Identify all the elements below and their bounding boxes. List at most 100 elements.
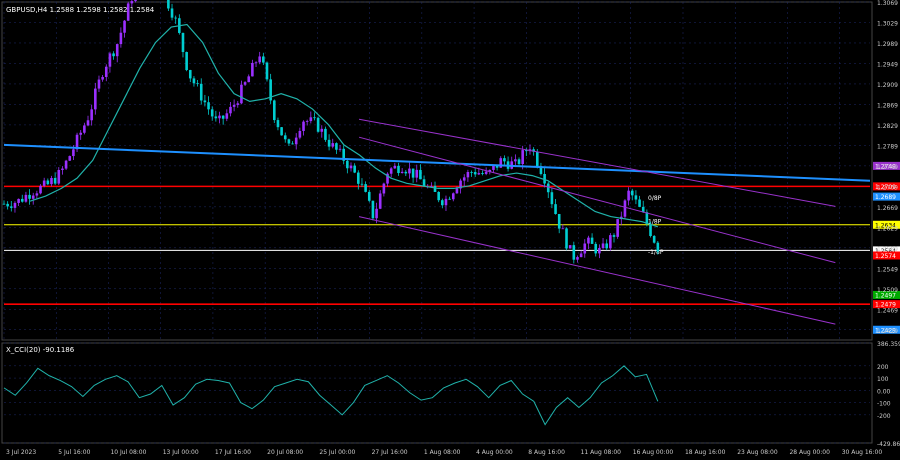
candle-body xyxy=(24,194,28,202)
cci-tick-label: 100 xyxy=(877,376,889,383)
candle-body xyxy=(42,180,46,186)
candle-body xyxy=(199,83,203,101)
price-tick-label: 1.2749 xyxy=(877,164,898,171)
time-tick-label: 1 Aug 08:00 xyxy=(424,449,461,456)
time-tick-label: 16 Aug 00:00 xyxy=(633,449,674,456)
time-tick-label: 5 Jul 16:00 xyxy=(58,449,90,456)
level-price-label: 1.2574 xyxy=(875,253,896,260)
candle-body xyxy=(243,82,247,85)
price-tick-label: 1.2789 xyxy=(877,143,898,150)
candle-body xyxy=(320,128,324,132)
indicator-info: X_CCI(20) -90.1186 xyxy=(6,346,75,354)
price-tick-label: 1.3069 xyxy=(877,0,898,7)
candle-body xyxy=(331,143,335,147)
candle-body xyxy=(630,190,634,196)
candle-body xyxy=(371,200,375,219)
candle-body xyxy=(130,1,134,4)
candle-body xyxy=(225,113,229,119)
candle-body xyxy=(546,183,550,193)
candle-body xyxy=(627,190,630,201)
time-tick-label: 17 Jul 16:00 xyxy=(215,449,251,456)
candle-body xyxy=(517,159,521,165)
candle-body xyxy=(367,191,371,201)
price-tick-label: 1.2709 xyxy=(877,184,898,191)
price-tick-label: 1.3029 xyxy=(877,20,898,27)
candle-body xyxy=(579,253,583,258)
candle-body xyxy=(309,117,313,122)
candle-body xyxy=(338,148,342,150)
candle-body xyxy=(572,245,576,260)
candle-body xyxy=(335,143,338,150)
candle-body xyxy=(378,193,382,209)
candle-body xyxy=(470,172,473,173)
candle-body xyxy=(207,102,210,110)
candle-body xyxy=(411,168,415,178)
candle-body xyxy=(210,109,214,117)
candle-body xyxy=(568,245,572,249)
price-tick-label: 1.2989 xyxy=(877,41,898,48)
candle-body xyxy=(291,143,294,145)
candle-body xyxy=(218,115,221,119)
candle-body xyxy=(17,198,20,203)
candle-body xyxy=(196,83,199,85)
cci-tick-label: 200 xyxy=(877,364,889,371)
candle-body xyxy=(83,125,86,133)
candle-body xyxy=(101,76,104,80)
candle-body xyxy=(466,172,470,178)
candle-body xyxy=(280,127,283,136)
candle-body xyxy=(616,219,619,237)
price-tick-label: 1.2949 xyxy=(877,61,898,68)
candle-body xyxy=(61,168,64,170)
candle-body xyxy=(170,8,174,18)
candle-body xyxy=(612,235,616,237)
candle-body xyxy=(188,70,192,79)
candle-body xyxy=(167,0,170,9)
candle-body xyxy=(35,193,39,196)
time-tick-label: 30 Aug 16:00 xyxy=(842,449,883,456)
time-tick-label: 27 Jul 16:00 xyxy=(372,449,408,456)
candle-body xyxy=(437,191,440,201)
murrey-line-label: 0/8P xyxy=(648,195,662,202)
cci-tick-label: -429.8601 xyxy=(877,441,900,448)
candle-body xyxy=(28,194,31,199)
time-tick-label: 28 Aug 00:00 xyxy=(789,449,830,456)
candle-body xyxy=(247,76,251,83)
candle-body xyxy=(364,184,367,192)
chart-canvas: 1.27491.27091.26891.26341.25841.25741.24… xyxy=(0,0,900,460)
candle-body xyxy=(57,169,61,184)
candle-body xyxy=(104,66,108,77)
time-tick-label: 25 Jul 00:00 xyxy=(319,449,355,456)
candle-body xyxy=(251,62,254,77)
candle-body xyxy=(214,116,218,119)
candle-body xyxy=(481,173,484,174)
candle-body xyxy=(535,151,539,167)
price-tick-label: 1.2869 xyxy=(877,102,898,109)
candle-body xyxy=(462,177,466,181)
candle-body xyxy=(598,247,601,254)
candle-body xyxy=(53,177,57,184)
price-tick-label: 1.2549 xyxy=(877,266,898,273)
price-tick-label: 1.2629 xyxy=(877,225,898,232)
candle-body xyxy=(521,150,524,165)
candle-body xyxy=(240,84,243,104)
candle-body xyxy=(444,198,448,206)
candle-body xyxy=(455,188,459,194)
candle-body xyxy=(400,171,404,174)
price-tick-label: 1.2429 xyxy=(877,328,898,335)
candle-body xyxy=(346,160,349,169)
candle-body xyxy=(181,32,185,53)
candle-body xyxy=(415,169,419,178)
candle-body xyxy=(283,135,287,140)
candle-body xyxy=(408,168,411,174)
candle-body xyxy=(287,139,291,144)
candle-body xyxy=(272,100,276,121)
candle-body xyxy=(119,32,123,45)
candle-body xyxy=(90,109,93,121)
cci-tick-label: 0.00 xyxy=(877,388,891,395)
symbol-info: GBPUSD,H4 1.2588 1.2598 1.2582 1.2584 xyxy=(6,6,155,14)
candle-body xyxy=(473,172,477,175)
candle-body xyxy=(565,228,568,249)
candle-body xyxy=(649,224,652,237)
time-tick-label: 11 Aug 08:00 xyxy=(581,449,622,456)
price-tick-label: 1.2909 xyxy=(877,82,898,89)
